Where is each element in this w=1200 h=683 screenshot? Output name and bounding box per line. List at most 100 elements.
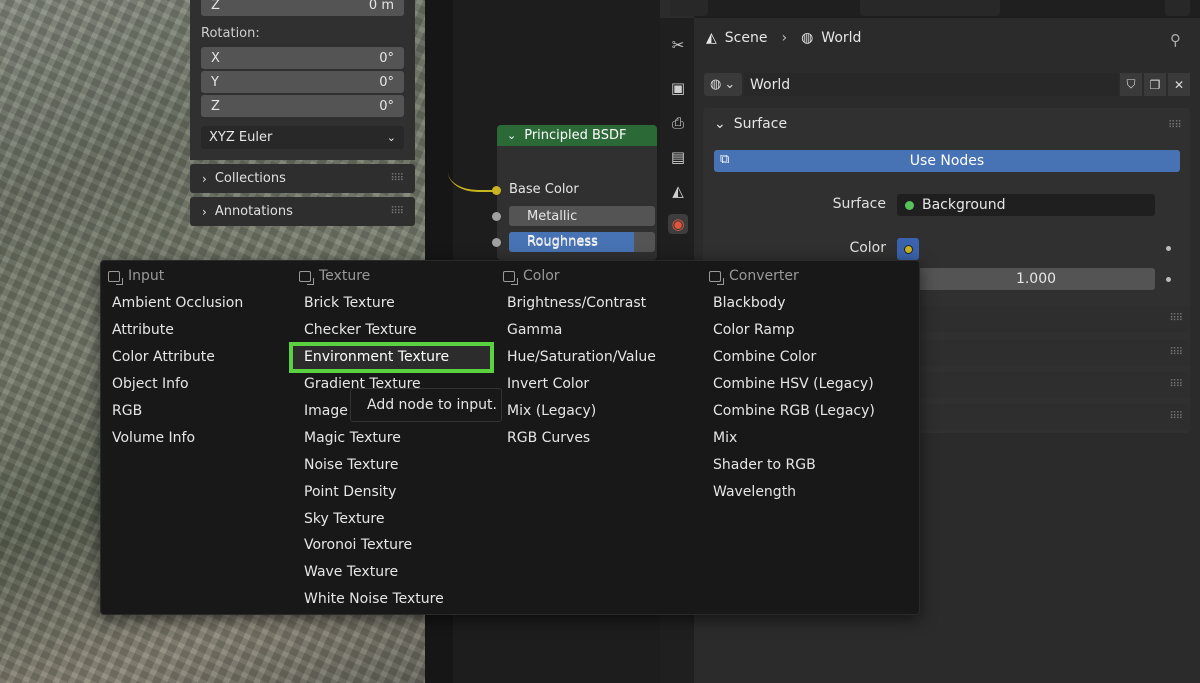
output-tab-icon[interactable]: ⎙ — [668, 113, 688, 133]
drag-handle-icon[interactable]: ⠿⠿ — [1169, 379, 1183, 390]
menu-item[interactable]: Voronoi Texture — [304, 532, 449, 559]
menu-item[interactable]: Gamma — [507, 317, 656, 344]
surface-shader-field[interactable]: Background — [897, 194, 1155, 216]
collections-panel-header[interactable]: › Collections ⠿⠿ — [190, 164, 415, 193]
render-tab-icon[interactable]: ▣ — [668, 78, 688, 98]
menu-header-input: Input — [108, 268, 164, 285]
node-category-icon — [709, 270, 724, 285]
principled-bsdf-header[interactable]: ⌄ Principled BSDF — [497, 125, 657, 146]
location-z-field[interactable]: Z 0 m — [201, 0, 404, 16]
node-category-icon — [299, 270, 314, 285]
rotation-label: Rotation: — [201, 26, 260, 41]
menu-header-label: Converter — [729, 268, 799, 284]
surface-panel-header[interactable]: ⌄ Surface — [714, 116, 787, 132]
pin-icon[interactable]: ⚲ — [1170, 31, 1181, 49]
annotations-panel-header[interactable]: › Annotations ⠿⠿ — [190, 197, 415, 226]
nodes-icon: ⧉ — [720, 152, 730, 167]
menu-item[interactable]: Color Attribute — [112, 344, 243, 371]
menu-item[interactable]: Mix (Legacy) — [507, 398, 656, 425]
metallic-socket[interactable] — [492, 212, 501, 221]
menu-column-texture: Brick Texture Checker Texture Environmen… — [304, 290, 449, 613]
rotation-y-field[interactable]: Y 0° — [201, 71, 404, 93]
view-layer-tab-icon[interactable]: ▤ — [668, 147, 688, 167]
strength-field[interactable]: 1.000 — [897, 268, 1155, 290]
rotation-mode-select[interactable]: XYZ Euler ⌄ — [201, 126, 404, 149]
node-title: Principled BSDF — [524, 128, 627, 143]
menu-item[interactable]: Combine RGB (Legacy) — [713, 398, 875, 425]
close-icon[interactable]: ✕ — [1168, 73, 1190, 96]
editor-type-button[interactable] — [670, 0, 708, 16]
options-dropdown[interactable] — [1165, 0, 1190, 16]
node-category-icon — [108, 270, 123, 285]
menu-item[interactable]: Blackbody — [713, 290, 875, 317]
metallic-field[interactable]: Metallic — [509, 206, 655, 226]
metallic-label: Metallic — [527, 208, 578, 224]
subpanel-row[interactable]: ⠿⠿ — [910, 340, 1190, 366]
subpanel-row[interactable]: ⠿⠿ — [910, 306, 1190, 332]
rotation-x-axis: X — [211, 50, 220, 66]
world-name-field[interactable]: World — [744, 73, 1118, 96]
fake-user-shield-icon[interactable]: ⛉ — [1120, 73, 1142, 96]
menu-item[interactable]: RGB Curves — [507, 424, 656, 451]
scene-tab-icon[interactable]: ◭ — [668, 181, 688, 201]
keyframe-dot-icon[interactable] — [1166, 246, 1171, 251]
shader-socket-icon — [905, 200, 914, 210]
menu-item[interactable]: Mix — [713, 424, 875, 451]
menu-item[interactable]: Color Ramp — [713, 317, 875, 344]
menu-item[interactable]: Point Density — [304, 478, 449, 505]
menu-header-converter: Converter — [709, 268, 799, 285]
menu-item[interactable]: RGB — [112, 398, 243, 425]
menu-item-environment-texture[interactable]: Environment Texture — [304, 344, 449, 371]
drag-handle-icon[interactable]: ⠿⠿ — [390, 173, 404, 184]
rotation-z-field[interactable]: Z 0° — [201, 95, 404, 117]
drag-handle-icon[interactable]: ⠿⠿ — [1169, 347, 1183, 358]
properties-search-input[interactable] — [860, 0, 1000, 16]
world-tab-icon[interactable]: ◉ — [668, 214, 688, 234]
surface-label: Surface — [832, 196, 886, 212]
subpanel-row[interactable]: ⠿⠿ — [910, 372, 1190, 398]
drag-handle-icon[interactable]: ⠿⠿ — [1169, 313, 1183, 324]
color-input-swatch[interactable] — [897, 238, 919, 260]
rotation-x-field[interactable]: X 0° — [201, 47, 404, 69]
menu-item[interactable]: White Noise Texture — [304, 586, 449, 613]
menu-item[interactable]: Shader to RGB — [713, 451, 875, 478]
world-browse-button[interactable]: ◍ ⌄ — [704, 73, 742, 96]
chevron-right-icon: › — [202, 171, 207, 186]
drag-handle-icon[interactable]: ⠿⠿ — [390, 206, 404, 217]
use-nodes-button[interactable]: ⧉ Use Nodes — [714, 150, 1180, 172]
roughness-socket[interactable] — [492, 238, 501, 247]
rotation-mode-value: XYZ Euler — [209, 130, 273, 145]
drag-handle-icon[interactable]: ⠿⠿ — [1168, 120, 1182, 131]
menu-item[interactable]: Wave Texture — [304, 559, 449, 586]
menu-item[interactable]: Ambient Occlusion — [112, 290, 243, 317]
menu-item[interactable]: Combine HSV (Legacy) — [713, 371, 875, 398]
node-category-icon — [503, 270, 518, 285]
rotation-y-value: 0° — [379, 74, 394, 90]
breadcrumb-world: World — [821, 30, 862, 46]
menu-item[interactable]: Magic Texture — [304, 424, 449, 451]
duplicate-icon[interactable]: ❐ — [1144, 73, 1166, 96]
menu-item[interactable]: Hue/Saturation/Value — [507, 344, 656, 371]
menu-item[interactable]: Combine Color — [713, 344, 875, 371]
keyframe-dot-icon[interactable] — [1166, 277, 1171, 282]
menu-item[interactable]: Attribute — [112, 317, 243, 344]
menu-item[interactable]: Noise Texture — [304, 451, 449, 478]
menu-item[interactable]: Object Info — [112, 371, 243, 398]
collections-label: Collections — [214, 171, 286, 186]
base-color-socket[interactable] — [492, 186, 501, 195]
subpanel-row[interactable]: ⠿⠿ — [910, 404, 1190, 430]
menu-item[interactable]: Volume Info — [112, 424, 243, 451]
menu-item[interactable]: Wavelength — [713, 478, 875, 505]
menu-item[interactable]: Checker Texture — [304, 317, 449, 344]
menu-item[interactable]: Invert Color — [507, 371, 656, 398]
menu-item[interactable]: Brick Texture — [304, 290, 449, 317]
world-icon: ◍ — [801, 30, 814, 46]
tool-tab-icon[interactable]: ✂ — [668, 35, 688, 55]
chevron-down-icon[interactable]: ⌄ — [507, 129, 516, 142]
menu-item[interactable]: Sky Texture — [304, 505, 449, 532]
menu-header-label: Color — [523, 268, 560, 284]
chevron-down-icon: ⌄ — [724, 77, 736, 92]
menu-item[interactable]: Brightness/Contrast — [507, 290, 656, 317]
drag-handle-icon[interactable]: ⠿⠿ — [1169, 411, 1183, 422]
world-icon: ◍ — [710, 77, 722, 92]
